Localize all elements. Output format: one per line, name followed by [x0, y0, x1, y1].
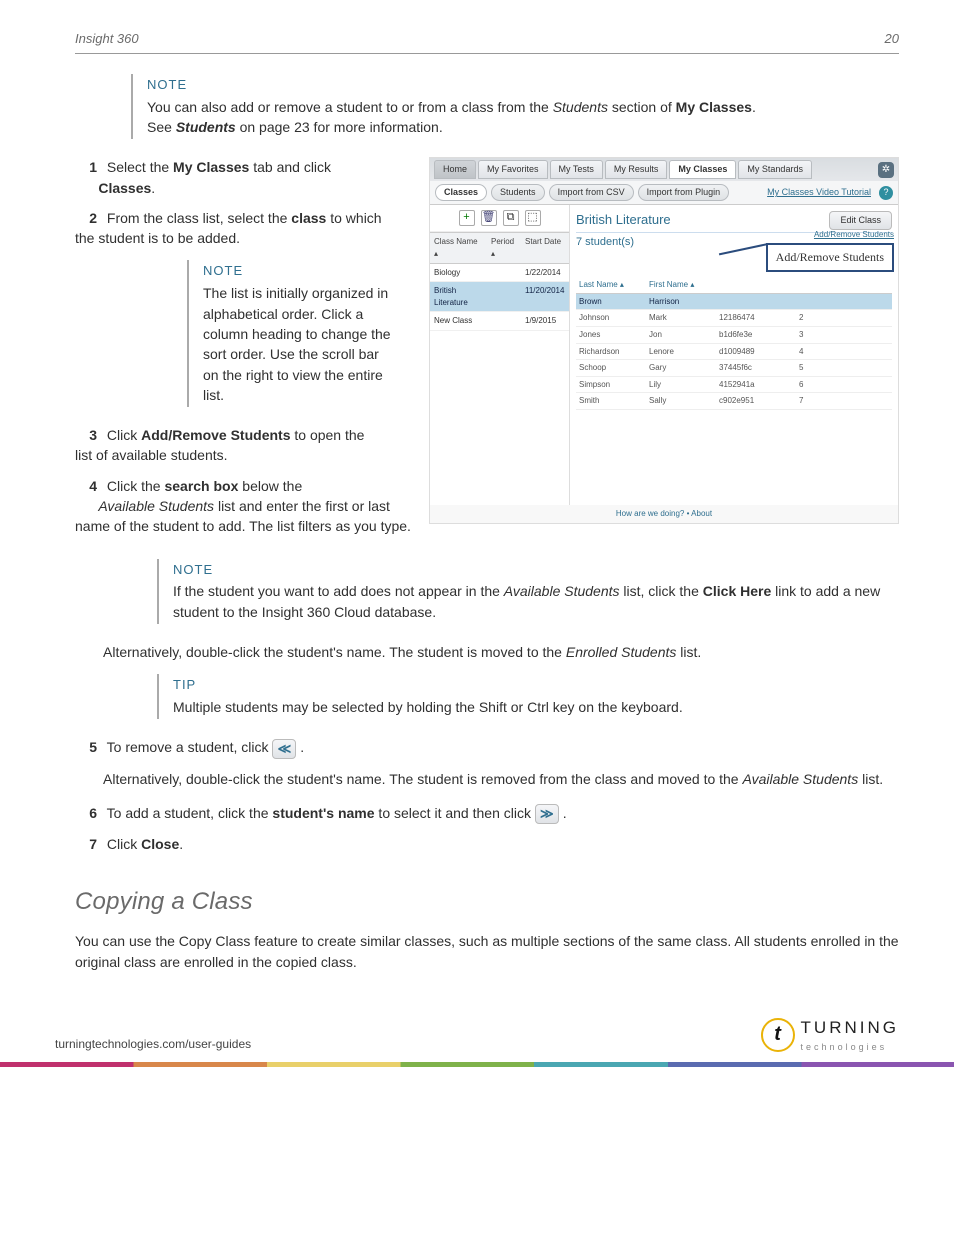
- app-footer-links[interactable]: How are we doing? • About: [430, 505, 898, 523]
- col-lastname[interactable]: Last Name ▴: [576, 277, 646, 293]
- add-icon[interactable]: ≫: [535, 804, 559, 824]
- col-startdate[interactable]: Start Date: [521, 233, 569, 262]
- logo-icon: t: [761, 1018, 795, 1052]
- remove-icon[interactable]: ≪: [272, 739, 296, 759]
- col-firstname[interactable]: First Name ▴: [646, 277, 716, 293]
- tab-favorites[interactable]: My Favorites: [478, 160, 548, 179]
- embedded-screenshot: Home My Favorites My Tests My Results My…: [429, 157, 899, 524]
- note-block-2: NOTE The list is initially organized in …: [187, 260, 397, 407]
- subtab-import-csv[interactable]: Import from CSV: [549, 184, 634, 201]
- col-num: [796, 277, 826, 293]
- student-row[interactable]: JonesJonb1d6fe3e3: [576, 327, 892, 344]
- gear-icon[interactable]: ✲: [878, 162, 894, 178]
- txt: on page 23 for more information.: [236, 119, 443, 135]
- report-icon[interactable]: ⬚: [525, 210, 541, 226]
- tip-block-1: TIP Multiple students may be selected by…: [157, 674, 899, 719]
- txt-b: My Classes: [676, 99, 752, 115]
- step-3: 3 Click Add/Remove Students to open the …: [75, 425, 385, 466]
- delete-class-icon[interactable]: 🗑: [481, 210, 497, 226]
- col-id: [716, 277, 796, 293]
- txt-em: Students: [553, 99, 608, 115]
- col-classname[interactable]: Class Name ▴: [430, 233, 487, 262]
- student-row[interactable]: BrownHarrison: [576, 294, 892, 311]
- copy-class-icon[interactable]: ⧉: [503, 210, 519, 226]
- tab-results[interactable]: My Results: [605, 160, 668, 179]
- step-5: 5 To remove a student, click ≪ .: [75, 737, 899, 758]
- section-title-copying: Copying a Class: [75, 885, 899, 920]
- tab-standards[interactable]: My Standards: [738, 160, 812, 179]
- callout-label: Add/Remove Students: [766, 243, 894, 272]
- student-row[interactable]: SchoopGary37445f6c5: [576, 360, 892, 377]
- note-block-1: NOTE You can also add or remove a studen…: [131, 74, 899, 139]
- class-row[interactable]: New Class1/9/2015: [430, 312, 569, 331]
- note-title: NOTE: [147, 76, 899, 95]
- student-row[interactable]: SimpsonLily4152941a6: [576, 377, 892, 394]
- tab-home[interactable]: Home: [434, 160, 476, 179]
- tab-tests[interactable]: My Tests: [550, 160, 603, 179]
- add-remove-students-link[interactable]: Add/Remove Students: [766, 229, 894, 241]
- txt-b: Students: [176, 119, 236, 135]
- txt: .: [752, 99, 756, 115]
- turning-logo: t TURNING technologies: [761, 1016, 899, 1054]
- note-block-3: NOTE If the student you want to add does…: [157, 559, 899, 624]
- subtab-import-plugin[interactable]: Import from Plugin: [638, 184, 730, 201]
- txt: See: [147, 119, 176, 135]
- step-7: 7 Click Close.: [75, 834, 899, 854]
- help-icon[interactable]: ?: [879, 186, 893, 200]
- subtab-classes[interactable]: Classes: [435, 184, 487, 201]
- subtab-students[interactable]: Students: [491, 184, 545, 201]
- col-period[interactable]: Period ▴: [487, 233, 521, 262]
- page-number: 20: [885, 30, 899, 49]
- page-header: Insight 360 20: [75, 30, 899, 54]
- class-row[interactable]: Biology1/22/2014: [430, 264, 569, 283]
- edit-class-button[interactable]: Edit Class: [829, 211, 892, 230]
- product-title: Insight 360: [75, 30, 139, 49]
- add-class-icon[interactable]: +: [459, 210, 475, 226]
- rainbow-divider: [0, 1062, 954, 1067]
- copying-body: You can use the Copy Class feature to cr…: [75, 931, 899, 972]
- step-6: 6 To add a student, click the student's …: [75, 803, 899, 824]
- txt: You can also add or remove a student to …: [147, 99, 553, 115]
- alt-line: Alternatively, double-click the student'…: [103, 642, 899, 662]
- footer-url: turningtechnologies.com/user-guides: [55, 1036, 251, 1053]
- txt: section of: [608, 99, 676, 115]
- step-2: 2 From the class list, select the class …: [75, 208, 385, 249]
- video-tutorial-link[interactable]: My Classes Video Tutorial: [767, 186, 871, 199]
- student-row[interactable]: RichardsonLenored10094894: [576, 344, 892, 361]
- student-row[interactable]: JohnsonMark121864742: [576, 310, 892, 327]
- step-5-alt: Alternatively, double-click the student'…: [103, 769, 899, 789]
- student-row[interactable]: SmithSallyc902e9517: [576, 393, 892, 410]
- tab-classes[interactable]: My Classes: [669, 160, 736, 179]
- class-row[interactable]: British Literature11/20/2014: [430, 282, 569, 312]
